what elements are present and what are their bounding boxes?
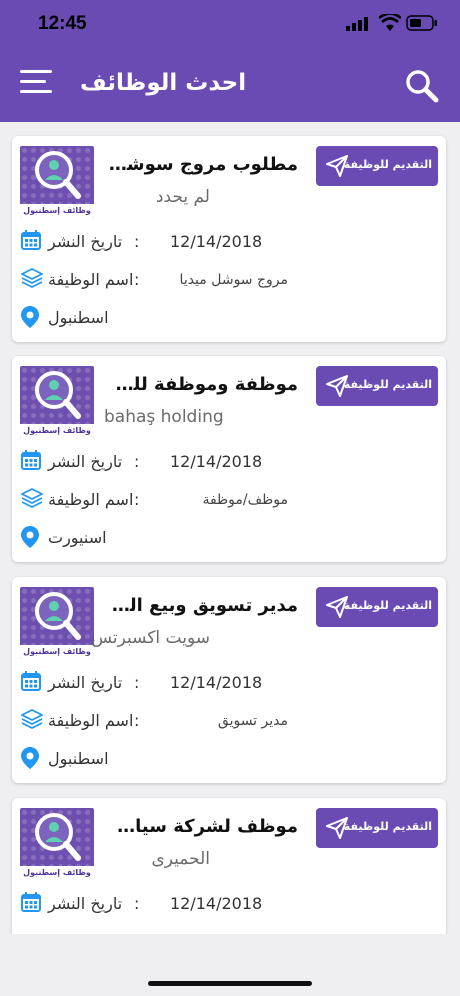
job-title[interactable]: موظف لشركة سياحة وسفر bbox=[108, 816, 298, 837]
location-pin-icon bbox=[21, 526, 39, 552]
row-value: 12/14/2018 bbox=[170, 232, 263, 251]
row-colon: : bbox=[134, 894, 140, 913]
layers-icon bbox=[21, 488, 43, 512]
job-card[interactable]: وظائف إسطنبول التقديم للوظيفة موظف لشركة س… bbox=[12, 798, 446, 934]
company-logo: وظائف إسطنبول bbox=[20, 587, 94, 659]
row-value: 12/14/2018 bbox=[170, 894, 263, 913]
row-value: مروج سوشل ميديا bbox=[179, 272, 288, 288]
row-colon: : bbox=[134, 673, 140, 692]
location-text: اسطنبول bbox=[48, 308, 109, 327]
row-label: تاريخ النشر bbox=[48, 232, 123, 251]
signal-icon bbox=[346, 17, 368, 31]
row-label: تاريخ النشر bbox=[48, 894, 123, 913]
company-logo: وظائف إسطنبول bbox=[20, 808, 94, 880]
row-colon: : bbox=[134, 452, 140, 471]
app-header: 12:45 احدث الوظائف bbox=[0, 0, 460, 122]
row-colon: : bbox=[134, 711, 140, 730]
logo-caption: وظائف إسطنبول bbox=[20, 424, 94, 438]
job-title[interactable]: مطلوب مروج سوشل ميديا bbox=[108, 154, 298, 175]
calendar-icon bbox=[21, 892, 41, 916]
row-label: اسم الوظيفة bbox=[48, 711, 134, 730]
hamburger-menu-icon[interactable] bbox=[20, 70, 56, 100]
row-label: تاريخ النشر bbox=[48, 673, 123, 692]
row-value: 12/14/2018 bbox=[170, 673, 263, 692]
layers-icon bbox=[21, 709, 43, 733]
job-title[interactable]: موظفة وموظفة للعمل فى... bbox=[108, 374, 298, 395]
company-name: الحميرى bbox=[151, 849, 210, 869]
jobs-list[interactable]: وظائف إسطنبول التقديم للوظيفة مطلوب مروج س… bbox=[0, 122, 460, 934]
job-title[interactable]: مدير تسويق وبيع المنتجا... bbox=[108, 595, 298, 616]
row-colon: : bbox=[134, 232, 140, 251]
location-pin-icon bbox=[21, 747, 39, 773]
company-name: سويت اكسبرتس bbox=[91, 628, 210, 648]
row-value: مدير تسويق bbox=[217, 713, 288, 729]
apply-button-label: التقديم للوظيفة bbox=[343, 820, 432, 833]
row-label: اسم الوظيفة bbox=[48, 270, 134, 289]
battery-icon bbox=[406, 15, 437, 31]
company-logo: وظائف إسطنبول bbox=[20, 146, 94, 218]
company-name: bahaş holding bbox=[104, 407, 224, 427]
company-name: لم يحدد bbox=[155, 187, 210, 207]
logo-caption: وظائف إسطنبول bbox=[20, 204, 94, 218]
home-indicator bbox=[148, 981, 312, 986]
location-text: اسطنبول bbox=[48, 749, 109, 768]
location-pin-icon bbox=[21, 306, 39, 332]
apply-button[interactable]: التقديم للوظيفة bbox=[316, 808, 438, 848]
calendar-icon bbox=[21, 450, 41, 474]
status-time: 12:45 bbox=[38, 13, 87, 34]
job-card[interactable]: وظائف إسطنبول التقديم للوظيفة موظفة وموظفة… bbox=[12, 356, 446, 562]
location-text: اسنيورت bbox=[48, 528, 107, 547]
apply-button[interactable]: التقديم للوظيفة bbox=[316, 366, 438, 406]
search-icon[interactable] bbox=[404, 68, 440, 104]
job-card[interactable]: وظائف إسطنبول التقديم للوظيفة مطلوب مروج س… bbox=[12, 136, 446, 342]
apply-button[interactable]: التقديم للوظيفة bbox=[316, 587, 438, 627]
logo-caption: وظائف إسطنبول bbox=[20, 866, 94, 880]
status-bar: 12:45 bbox=[0, 0, 460, 50]
apply-button[interactable]: التقديم للوظيفة bbox=[316, 146, 438, 186]
row-colon: : bbox=[134, 490, 140, 509]
page-title: احدث الوظائف bbox=[80, 70, 247, 96]
layers-icon bbox=[21, 268, 43, 292]
calendar-icon bbox=[21, 230, 41, 254]
row-label: اسم الوظيفة bbox=[48, 490, 134, 509]
apply-button-label: التقديم للوظيفة bbox=[343, 378, 432, 391]
apply-button-label: التقديم للوظيفة bbox=[343, 158, 432, 171]
row-label: تاريخ النشر bbox=[48, 452, 123, 471]
job-card[interactable]: وظائف إسطنبول التقديم للوظيفة مدير تسويق و… bbox=[12, 577, 446, 783]
wifi-icon bbox=[379, 14, 401, 31]
row-value: 12/14/2018 bbox=[170, 452, 263, 471]
company-logo: وظائف إسطنبول bbox=[20, 366, 94, 438]
row-value: موظف/موظفة bbox=[202, 492, 288, 508]
apply-button-label: التقديم للوظيفة bbox=[343, 599, 432, 612]
calendar-icon bbox=[21, 671, 41, 695]
logo-caption: وظائف إسطنبول bbox=[20, 645, 94, 659]
row-colon: : bbox=[134, 270, 140, 289]
